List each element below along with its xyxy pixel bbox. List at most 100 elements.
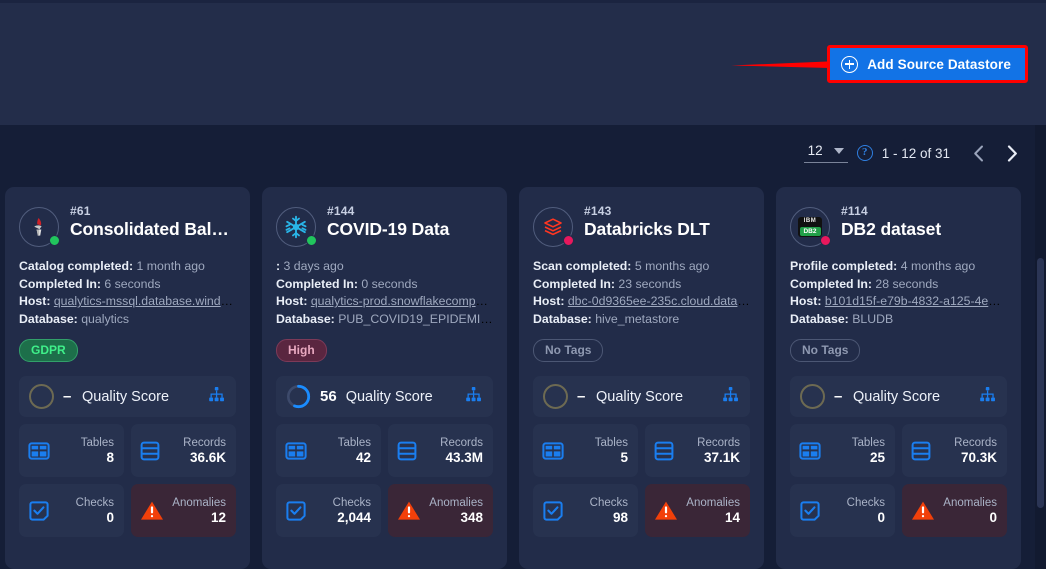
metric-tile-label: Checks xyxy=(332,496,371,509)
lineage-button[interactable] xyxy=(722,386,739,408)
quality-score-tile[interactable]: 56 Quality Score xyxy=(276,376,493,417)
checks-icon xyxy=(29,500,49,521)
card-meta-value: 1 month ago xyxy=(136,259,205,273)
metric-tile[interactable]: Records 36.6K xyxy=(131,424,236,477)
pagination-prev-button[interactable] xyxy=(966,141,990,165)
metric-tile-value: 0 xyxy=(989,509,997,525)
metric-tile-value: 348 xyxy=(460,509,483,525)
card-header-text: #114 DB2 dataset xyxy=(841,204,1007,240)
datastore-card[interactable]: #143 Databricks DLT Scan completed: 5 mont… xyxy=(519,187,764,569)
card-meta-row: Profile completed: 4 months ago xyxy=(790,258,1007,276)
metric-tile[interactable]: Checks 98 xyxy=(533,484,638,537)
card-header: IBM DB2 #114 DB2 dataset xyxy=(790,204,1007,247)
pagination-next-button[interactable] xyxy=(1000,141,1024,165)
card-meta-value: 5 months ago xyxy=(634,259,710,273)
datastore-tag[interactable]: No Tags xyxy=(533,339,604,362)
chevron-left-icon xyxy=(973,145,983,161)
page-size-select[interactable]: 12 xyxy=(803,143,848,163)
metric-tile[interactable]: Tables 5 xyxy=(533,424,638,477)
metric-tile[interactable]: Records 43.3M xyxy=(388,424,493,477)
quality-score-label: Quality Score xyxy=(596,388,684,405)
quality-score-value: – xyxy=(577,388,586,405)
datastore-card[interactable]: #61 Consolidated Bala… Catalog completed: … xyxy=(5,187,250,569)
metric-tile-text: Checks 0 xyxy=(847,496,885,526)
card-meta-row: Scan completed: 5 months ago xyxy=(533,258,750,276)
page-scrollbar-thumb[interactable] xyxy=(1037,258,1044,508)
metric-tile-row: Checks 0 Anomalies 0 xyxy=(790,484,1007,537)
card-meta-key: : xyxy=(276,259,281,273)
datastore-tag[interactable]: GDPR xyxy=(19,339,78,362)
metric-tile[interactable]: Tables 42 xyxy=(276,424,381,477)
card-meta-key: Host: xyxy=(276,294,308,308)
anomalies-warning-icon xyxy=(398,501,420,520)
datastore-tag[interactable]: No Tags xyxy=(790,339,861,362)
card-meta-value: hive_metastore xyxy=(595,311,680,326)
quality-score-ring xyxy=(286,384,311,409)
card-meta-row: Database: BLUDB xyxy=(790,311,1007,329)
quality-score-tile[interactable]: – Quality Score xyxy=(19,376,236,417)
datastore-title: DB2 dataset xyxy=(841,219,942,239)
metric-tile[interactable]: Checks 0 xyxy=(790,484,895,537)
card-meta-value: BLUDB xyxy=(852,311,894,326)
datastore-id: #144 xyxy=(327,204,355,218)
card-meta-value: PUB_COVID19_EPIDEMIOLO… xyxy=(338,311,493,326)
card-meta-key: Completed In: xyxy=(276,276,358,291)
card-header-text: #143 Databricks DLT xyxy=(584,204,750,240)
metric-tile-text: Checks 98 xyxy=(590,496,628,526)
datastore-card[interactable]: IBM DB2 #114 DB2 dataset Profile completed: … xyxy=(776,187,1021,569)
question-mark-icon[interactable]: ? xyxy=(856,145,873,161)
card-meta-value: 3 days ago xyxy=(283,259,344,273)
card-meta-row: Database: hive_metastore xyxy=(533,311,750,329)
card-meta-value[interactable]: qualytics-mssql.database.window… xyxy=(54,294,236,308)
metric-tile[interactable]: Anomalies 348 xyxy=(388,484,493,537)
status-dot xyxy=(49,235,60,246)
db2-icon: IBM DB2 xyxy=(798,217,822,237)
metric-tile[interactable]: Anomalies 0 xyxy=(902,484,1007,537)
card-tags: No Tags xyxy=(533,339,750,362)
databricks-icon xyxy=(544,218,562,236)
datastore-card[interactable]: #144 COVID-19 Data: 3 days ago Completed I… xyxy=(262,187,507,569)
records-icon xyxy=(911,441,931,460)
metric-tile[interactable]: Checks 0 xyxy=(19,484,124,537)
tables-icon xyxy=(28,441,50,460)
metric-tile[interactable]: Records 70.3K xyxy=(902,424,1007,477)
card-meta-value[interactable]: dbc-0d9365ee-235c.cloud.databr… xyxy=(568,294,750,308)
lineage-button[interactable] xyxy=(465,386,482,408)
records-icon xyxy=(140,441,160,460)
datastore-avatar: IBM DB2 xyxy=(790,207,831,247)
card-meta-key: Catalog completed: xyxy=(19,259,134,273)
card-meta: Scan completed: 5 months ago Completed In… xyxy=(533,258,750,328)
add-source-datastore-button[interactable]: Add Source Datastore xyxy=(830,48,1025,80)
lineage-button[interactable] xyxy=(979,386,996,408)
metric-tile[interactable]: Records 37.1K xyxy=(645,424,750,477)
datastore-tag[interactable]: High xyxy=(276,339,327,362)
card-meta-value: qualytics xyxy=(81,311,130,326)
metric-tile[interactable]: Tables 8 xyxy=(19,424,124,477)
metric-tile-value: 42 xyxy=(355,449,371,465)
quality-score-tile[interactable]: – Quality Score xyxy=(533,376,750,417)
quality-score-value: – xyxy=(834,388,843,405)
metric-tile[interactable]: Tables 25 xyxy=(790,424,895,477)
metric-tile-value: 37.1K xyxy=(703,449,740,465)
card-meta-row: Database: PUB_COVID19_EPIDEMIOLO… xyxy=(276,311,493,329)
tables-icon xyxy=(799,441,821,460)
page-scrollbar-track[interactable] xyxy=(1035,125,1046,569)
quality-score-tile[interactable]: – Quality Score xyxy=(790,376,1007,417)
metric-tile-row: Checks 0 Anomalies 12 xyxy=(19,484,236,537)
card-metrics: 56 Quality Score Tables 42 Records 43.3M Check… xyxy=(276,376,493,537)
metric-tile[interactable]: Anomalies 14 xyxy=(645,484,750,537)
metric-tile[interactable]: Anomalies 12 xyxy=(131,484,236,537)
quality-score-value: 56 xyxy=(320,388,337,405)
card-header-text: #61 Consolidated Bala… xyxy=(70,204,236,240)
metric-tile-label: Records xyxy=(697,436,740,449)
metric-tile-label: Tables xyxy=(594,436,628,449)
metric-tile-label: Tables xyxy=(851,436,885,449)
card-meta-value: 23 seconds xyxy=(618,276,682,291)
lineage-button[interactable] xyxy=(208,386,225,408)
card-meta-value[interactable]: b101d15f-e79b-4832-a125-4e8d4… xyxy=(825,294,1007,308)
card-meta-value[interactable]: qualytics-prod.snowflakecomputi… xyxy=(311,294,493,308)
metric-tile-value: 36.6K xyxy=(189,449,226,465)
metric-tile[interactable]: Checks 2,044 xyxy=(276,484,381,537)
page-size-value: 12 xyxy=(807,143,823,158)
quality-score-label: Quality Score xyxy=(345,388,433,405)
